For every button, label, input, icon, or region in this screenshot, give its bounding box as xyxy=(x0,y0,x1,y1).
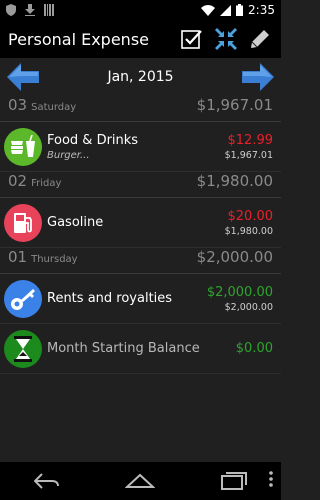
recent-apps-button[interactable] xyxy=(214,466,254,496)
home-button[interactable] xyxy=(120,466,160,496)
day-header: 03 Saturday $1,967.01 xyxy=(0,96,281,122)
day-name: Thursday xyxy=(31,254,78,265)
key-icon xyxy=(4,279,42,318)
app-title: Personal Expense xyxy=(8,29,149,49)
day-header: 02 Friday $1,980.00 xyxy=(0,172,281,198)
barcode-icon xyxy=(44,1,54,20)
status-bar: 2:35 xyxy=(0,0,281,20)
day-total: $1,967.01 xyxy=(196,96,273,114)
day-header: 01 Thursday $2,000.00 xyxy=(0,248,281,274)
entry-amount: $12.99 xyxy=(227,132,274,148)
entry-name: Gasoline xyxy=(47,215,104,230)
status-time: 2:35 xyxy=(248,3,275,17)
starting-balance-amount: $0.00 xyxy=(235,341,273,356)
day-name: Saturday xyxy=(31,102,77,113)
gas-pump-icon xyxy=(4,203,42,242)
shield-icon xyxy=(6,1,16,20)
wifi-icon xyxy=(201,1,216,20)
month-navigator: Jan, 2015 xyxy=(0,58,281,96)
prev-month-button[interactable] xyxy=(6,62,40,92)
next-month-button[interactable] xyxy=(241,62,275,92)
entry-amount: $20.00 xyxy=(227,208,274,224)
entry-note: Burger... xyxy=(47,149,90,161)
collapse-icon[interactable] xyxy=(213,26,239,52)
expense-entry[interactable]: Food & Drinks Burger... $12.99 $1,967.01 xyxy=(0,122,281,172)
back-button[interactable] xyxy=(27,466,67,496)
action-bar: Personal Expense xyxy=(0,20,281,58)
day-total: $1,980.00 xyxy=(196,172,273,190)
day-total: $2,000.00 xyxy=(196,248,273,266)
entry-running-balance: $2,000.00 xyxy=(224,301,273,313)
day-number: 01 xyxy=(8,248,28,266)
expense-entry[interactable]: Rents and royalties $2,000.00 $2,000.00 xyxy=(0,274,281,324)
signal-icon xyxy=(220,1,232,20)
checkbox-icon[interactable] xyxy=(179,26,205,52)
entry-amount: $2,000.00 xyxy=(206,284,273,300)
expense-list: 03 Saturday $1,967.01 Food & Drinks Burg… xyxy=(0,96,281,374)
pencil-icon[interactable] xyxy=(247,26,273,52)
starting-balance-label: Month Starting Balance xyxy=(47,341,200,356)
day-name: Friday xyxy=(31,178,62,189)
download-icon xyxy=(25,1,35,20)
day-number: 03 xyxy=(8,96,28,114)
battery-icon xyxy=(236,1,244,20)
system-nav-bar xyxy=(0,462,281,500)
day-number: 02 xyxy=(8,172,28,190)
expense-entry[interactable]: Gasoline $20.00 $1,980.00 xyxy=(0,198,281,248)
entry-name: Food & Drinks xyxy=(47,132,139,148)
entry-running-balance: $1,980.00 xyxy=(224,225,273,237)
entry-name: Rents and royalties xyxy=(47,291,173,306)
food-drink-icon xyxy=(4,127,42,166)
overflow-menu-icon[interactable] xyxy=(269,470,273,492)
starting-balance-row[interactable]: Month Starting Balance $0.00 xyxy=(0,324,281,374)
hourglass-icon xyxy=(4,329,42,368)
month-label: Jan, 2015 xyxy=(107,69,174,85)
entry-running-balance: $1,967.01 xyxy=(224,149,273,161)
